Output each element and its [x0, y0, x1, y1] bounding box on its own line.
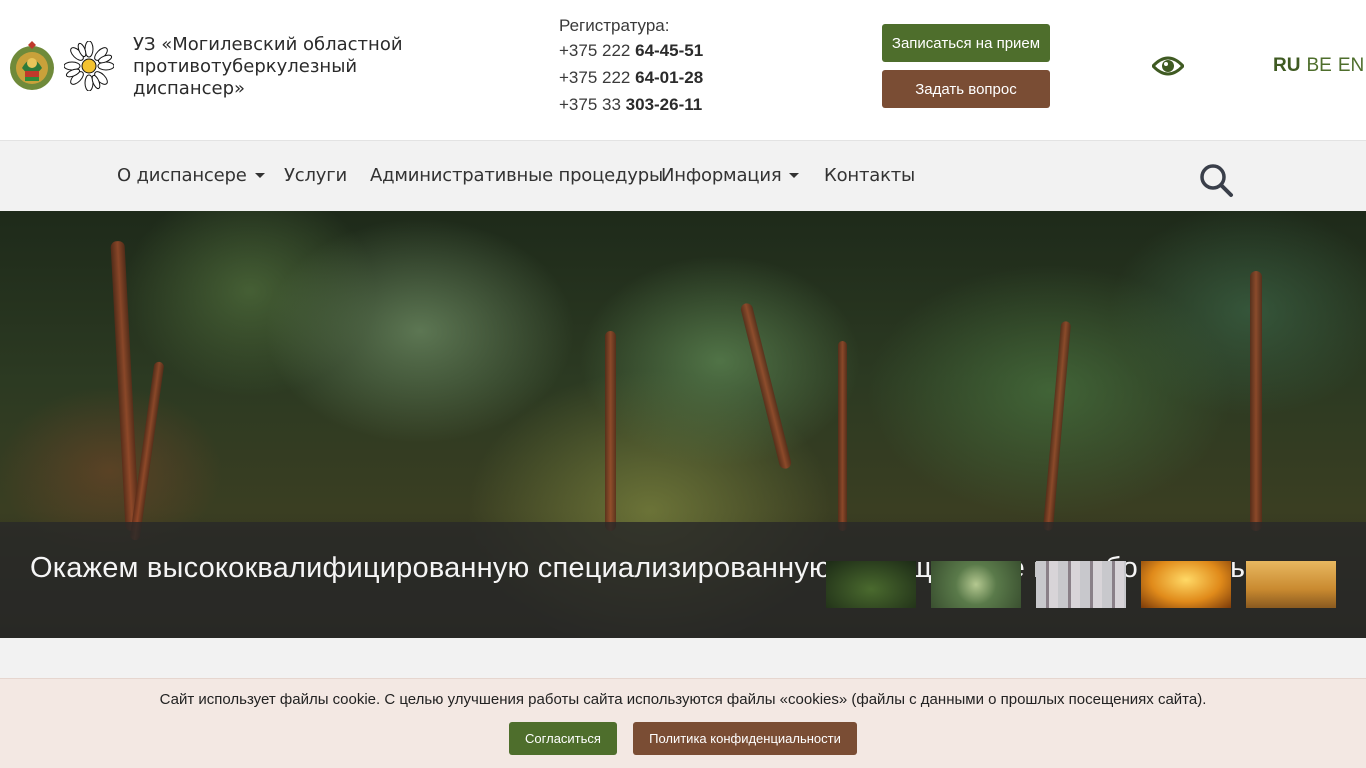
tree-trunk [1250, 271, 1262, 531]
tree-trunk [739, 302, 793, 470]
nav-item-services[interactable]: Услуги [284, 165, 347, 186]
tree-trunk [838, 341, 847, 531]
content-background [0, 638, 1366, 678]
cookie-text: Сайт использует файлы cookie. С целью ул… [159, 691, 1207, 708]
hero-slider: Окажем высококвалифицированную специализ… [0, 211, 1366, 638]
pine-needles-thumbnail[interactable] [931, 561, 1021, 608]
agree-button[interactable]: Согласиться [509, 722, 617, 755]
eye-icon[interactable] [1152, 54, 1184, 78]
caret-down-icon [789, 173, 800, 178]
ask-question-button[interactable]: Задать вопрос [882, 70, 1050, 108]
tree-trunk [110, 240, 140, 532]
language-ru[interactable]: RU [1273, 55, 1300, 77]
appointment-button[interactable]: Записаться на прием [882, 24, 1050, 62]
nav-item-information[interactable]: Информация [661, 165, 800, 186]
daisy-logo-icon[interactable] [64, 41, 114, 91]
search-icon[interactable] [1198, 162, 1234, 198]
organization-name[interactable]: УЗ «Могилевский областной противотуберку… [133, 34, 433, 100]
forest-thumbnail[interactable] [826, 561, 916, 608]
tree-trunk [605, 331, 616, 531]
nav-item-admin-procedures[interactable]: Административные процедуры [370, 165, 663, 186]
main-nav: О диспансере Услуги Административные про… [0, 141, 1366, 211]
sunlit-path-thumbnail[interactable] [1141, 561, 1231, 608]
registry-label: Регистратура: [559, 16, 670, 35]
language-en[interactable]: EN [1338, 55, 1364, 77]
registry-block: Регистратура: +375 222 64-45-51 +375 222… [559, 15, 703, 118]
nav-item-contacts[interactable]: Контакты [824, 165, 915, 186]
tree-trunk [1042, 320, 1072, 532]
phone-number[interactable]: +375 222 64-01-28 [559, 64, 703, 91]
belarus-emblem-icon[interactable] [8, 41, 56, 93]
language-switcher: RU BE EN [1273, 55, 1364, 77]
caret-down-icon [254, 173, 265, 178]
sunny-forest-thumbnail[interactable] [1246, 561, 1336, 608]
misty-forest-thumbnail[interactable] [1036, 561, 1126, 608]
language-be[interactable]: BE [1306, 55, 1331, 77]
phone-number[interactable]: +375 33 303-26-11 [559, 91, 703, 118]
site-header: УЗ «Могилевский областной противотуберку… [0, 0, 1366, 141]
hero-caption-bar: Окажем высококвалифицированную специализ… [0, 522, 1366, 638]
cookie-banner: Сайт использует файлы cookie. С целью ул… [0, 678, 1366, 768]
nav-item-about[interactable]: О диспансере [117, 165, 265, 186]
privacy-policy-button[interactable]: Политика конфиденциальности [633, 722, 857, 755]
phone-number[interactable]: +375 222 64-45-51 [559, 37, 703, 64]
